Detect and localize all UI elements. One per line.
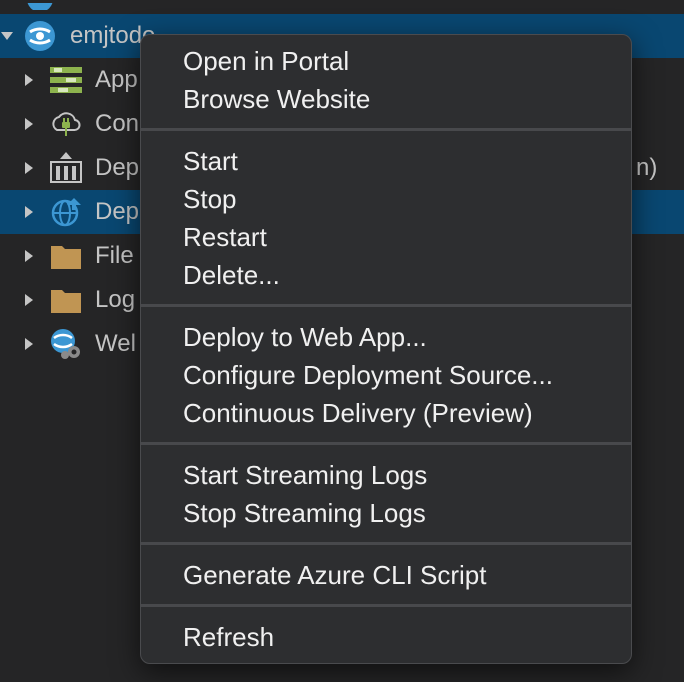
clipped-previous-row xyxy=(0,0,684,10)
menu-item-start-streaming-logs[interactable]: Start Streaming Logs xyxy=(183,456,427,494)
deployment-globe-icon xyxy=(50,196,82,228)
menu-item-open-in-portal[interactable]: Open in Portal xyxy=(183,42,349,80)
chevron-right-icon[interactable] xyxy=(22,161,36,175)
tree-item-label: Wel xyxy=(95,330,136,357)
menu-separator xyxy=(141,442,631,445)
menu-item-deploy-to-web-app[interactable]: Deploy to Web App... xyxy=(183,318,427,356)
menu-item-continuous-delivery[interactable]: Continuous Delivery (Preview) xyxy=(183,394,533,432)
menu-item-configure-deployment-source[interactable]: Configure Deployment Source... xyxy=(183,356,553,394)
tree-item-label: Dep xyxy=(95,198,140,225)
connections-icon xyxy=(50,108,82,140)
menu-item-generate-azure-cli-script[interactable]: Generate Azure CLI Script xyxy=(183,556,486,594)
menu-separator xyxy=(141,304,631,307)
tree-item-label: Log xyxy=(95,286,136,313)
webjobs-icon xyxy=(50,328,82,360)
menu-item-restart[interactable]: Restart xyxy=(183,218,267,256)
deployments-icon xyxy=(50,152,82,184)
context-menu: Open in Portal Browse Website Start Stop… xyxy=(140,34,632,664)
menu-separator xyxy=(141,542,631,545)
folder-icon xyxy=(50,284,82,316)
chevron-right-icon[interactable] xyxy=(22,249,36,263)
tree-item-label: Dep xyxy=(95,154,140,181)
menu-item-stop-streaming-logs[interactable]: Stop Streaming Logs xyxy=(183,494,426,532)
folder-icon xyxy=(50,240,82,272)
chevron-right-icon[interactable] xyxy=(22,337,36,351)
tree-item-label: App xyxy=(95,66,138,93)
tree-item-label: Con xyxy=(95,110,140,137)
menu-item-delete[interactable]: Delete... xyxy=(183,256,280,294)
azure-app-service-icon xyxy=(24,20,56,52)
menu-item-refresh[interactable]: Refresh xyxy=(183,618,274,656)
app-settings-icon xyxy=(50,64,82,96)
menu-separator xyxy=(141,128,631,131)
chevron-right-icon[interactable] xyxy=(22,117,36,131)
menu-item-browse-website[interactable]: Browse Website xyxy=(183,80,370,118)
chevron-right-icon[interactable] xyxy=(22,293,36,307)
menu-separator xyxy=(141,604,631,607)
tree-item-label: File xyxy=(95,242,134,269)
menu-item-stop[interactable]: Stop xyxy=(183,180,237,218)
chevron-right-icon[interactable] xyxy=(22,205,36,219)
chevron-right-icon[interactable] xyxy=(22,73,36,87)
tree-item-suffix: n) xyxy=(636,154,658,181)
chevron-down-icon[interactable] xyxy=(0,29,14,43)
menu-item-start[interactable]: Start xyxy=(183,142,238,180)
